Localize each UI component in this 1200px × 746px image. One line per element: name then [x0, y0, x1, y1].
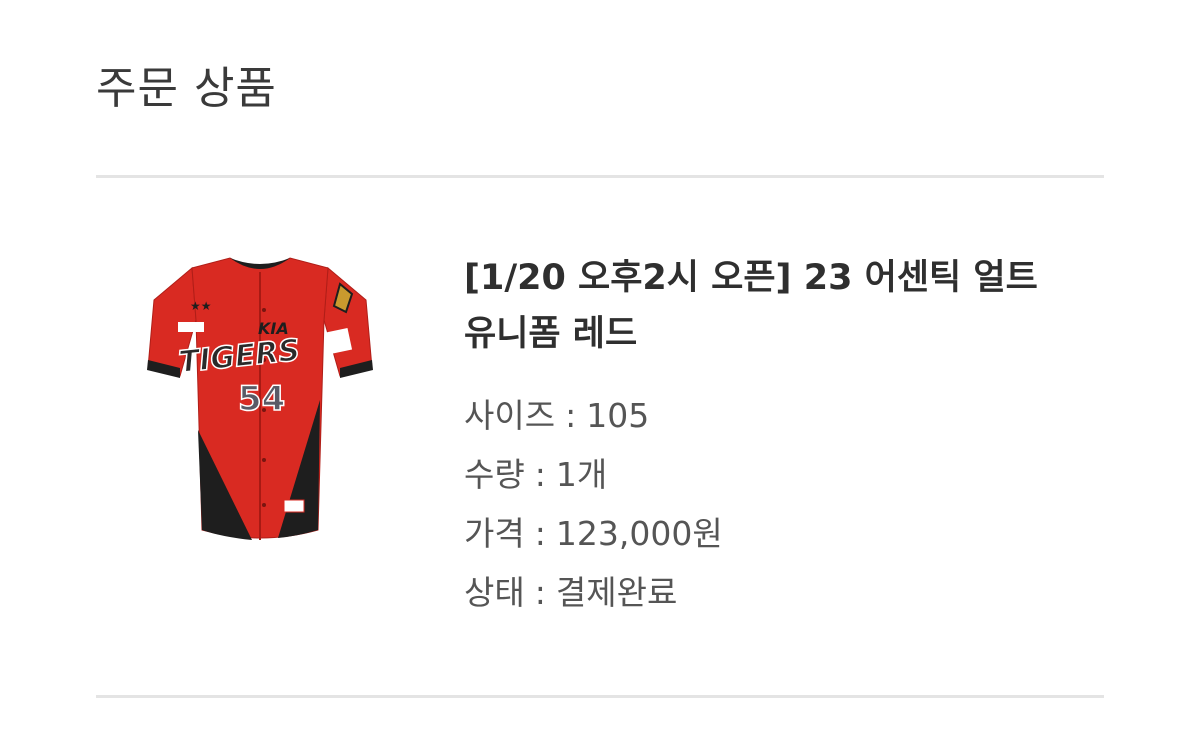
detail-label: 상태 [464, 573, 525, 612]
detail-separator: : [534, 573, 546, 612]
detail-separator: : [565, 396, 577, 435]
detail-size: 사이즈:105 [464, 386, 1084, 445]
detail-value: 1개 [555, 455, 608, 494]
detail-separator: : [534, 514, 546, 553]
section-title: 주문 상품 [96, 63, 277, 114]
detail-price: 가격:123,000원 [464, 504, 1084, 563]
product-image[interactable]: ★★ KIA TIGERS 54 [140, 250, 380, 550]
svg-text:★★: ★★ [190, 299, 212, 313]
detail-label: 사이즈 [464, 396, 556, 435]
jersey-illustration: ★★ KIA TIGERS 54 [147, 257, 373, 540]
jersey-number: 54 [238, 379, 285, 419]
detail-label: 수량 [464, 455, 525, 494]
product-name[interactable]: [1/20 오후2시 오픈] 23 어센틱 얼트 유니폼 레드 [464, 250, 1044, 362]
detail-label: 가격 [464, 514, 525, 553]
bottom-divider [96, 695, 1104, 698]
detail-value: 123,000원 [555, 514, 723, 553]
detail-value: 결제완료 [555, 573, 678, 612]
top-divider [96, 175, 1104, 178]
detail-quantity: 수량:1개 [464, 445, 1084, 504]
product-info: [1/20 오후2시 오픈] 23 어센틱 얼트 유니폼 레드 사이즈:105 … [464, 250, 1084, 622]
detail-value: 105 [586, 396, 650, 435]
detail-separator: : [534, 455, 546, 494]
detail-status: 상태: 결제완료 [464, 563, 1084, 622]
